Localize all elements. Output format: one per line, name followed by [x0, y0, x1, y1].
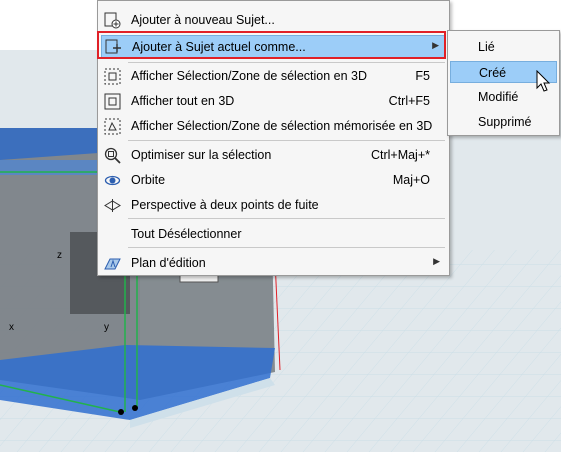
menu-item-shortcut: Ctrl+F5	[388, 94, 430, 108]
menu-item-two-point-perspective[interactable]: Perspective à deux points de fuite	[101, 194, 446, 216]
x-axis-label: x	[9, 322, 14, 333]
menu-item-label: Afficher Sélection/Zone de sélection mém…	[131, 119, 433, 133]
menu-item-label: Ajouter à nouveau Sujet...	[131, 13, 275, 27]
editing-plane-icon	[104, 258, 121, 270]
menu-separator	[128, 140, 445, 141]
menu-item-deselect-all[interactable]: Tout Désélectionner	[101, 223, 446, 245]
menu-item-show-all-3d[interactable]: Afficher tout en 3D Ctrl+F5	[101, 90, 446, 112]
menu-item-label: Tout Désélectionner	[131, 227, 242, 241]
z-axis-label: z	[57, 250, 62, 261]
submenu-item-label: Lié	[478, 40, 495, 54]
menu-item-shortcut: F5	[415, 69, 430, 83]
y-axis-label: y	[104, 322, 109, 333]
menu-item-label: Orbite	[131, 173, 166, 187]
show-selection-3d-icon	[104, 68, 121, 85]
submenu-item-label: Modifié	[478, 90, 519, 104]
menu-item-show-stored-selection-3d[interactable]: Afficher Sélection/Zone de sélection mém…	[101, 115, 446, 137]
submenu-item-linked[interactable]: Lié	[450, 36, 557, 58]
orbit-icon	[104, 175, 121, 186]
submenu-item-deleted[interactable]: Supprimé	[450, 111, 557, 133]
show-stored-selection-3d-icon	[104, 118, 121, 135]
menu-item-label: Plan d'édition	[131, 256, 206, 270]
submenu-arrow-icon: ▶	[432, 40, 439, 50]
two-point-perspective-icon	[104, 199, 121, 212]
new-issue-icon	[104, 12, 121, 29]
menu-separator	[128, 247, 445, 248]
menu-item-add-new-issue[interactable]: Ajouter à nouveau Sujet...	[101, 9, 446, 31]
menu-item-label: Optimiser sur la sélection	[131, 148, 272, 162]
current-issue-icon	[105, 39, 121, 54]
menu-item-label: Afficher Sélection/Zone de sélection en …	[131, 69, 368, 83]
menu-item-orbit[interactable]: Orbite Maj+O	[101, 169, 446, 191]
menu-item-shortcut: Ctrl+Maj+*	[370, 148, 430, 162]
menu-item-zoom-to-selection[interactable]: Optimiser sur la sélection Ctrl+Maj+*	[101, 144, 446, 166]
context-menu: Ajouter à nouveau Sujet... Ajouter à Suj…	[97, 0, 450, 276]
submenu-item-label: Créé	[479, 66, 507, 80]
submenu-item-label: Supprimé	[478, 115, 532, 129]
zoom-to-selection-icon	[104, 147, 121, 164]
menu-item-add-current-issue[interactable]: Ajouter à Sujet actuel comme... ▶	[101, 35, 446, 59]
menu-item-show-selection-3d[interactable]: Afficher Sélection/Zone de sélection en …	[101, 65, 446, 87]
submenu-arrow-icon: ▶	[433, 256, 440, 266]
menu-item-label: Afficher tout en 3D	[131, 94, 235, 108]
menu-item-editing-plane[interactable]: Plan d'édition ▶	[101, 252, 446, 274]
menu-item-label: Perspective à deux points de fuite	[131, 198, 319, 212]
menu-separator	[128, 62, 445, 63]
menu-item-label: Ajouter à Sujet actuel comme...	[132, 40, 306, 54]
mouse-cursor-icon	[536, 70, 551, 92]
menu-item-shortcut: Maj+O	[392, 173, 430, 187]
menu-separator	[128, 218, 445, 219]
show-all-3d-icon	[104, 93, 121, 110]
